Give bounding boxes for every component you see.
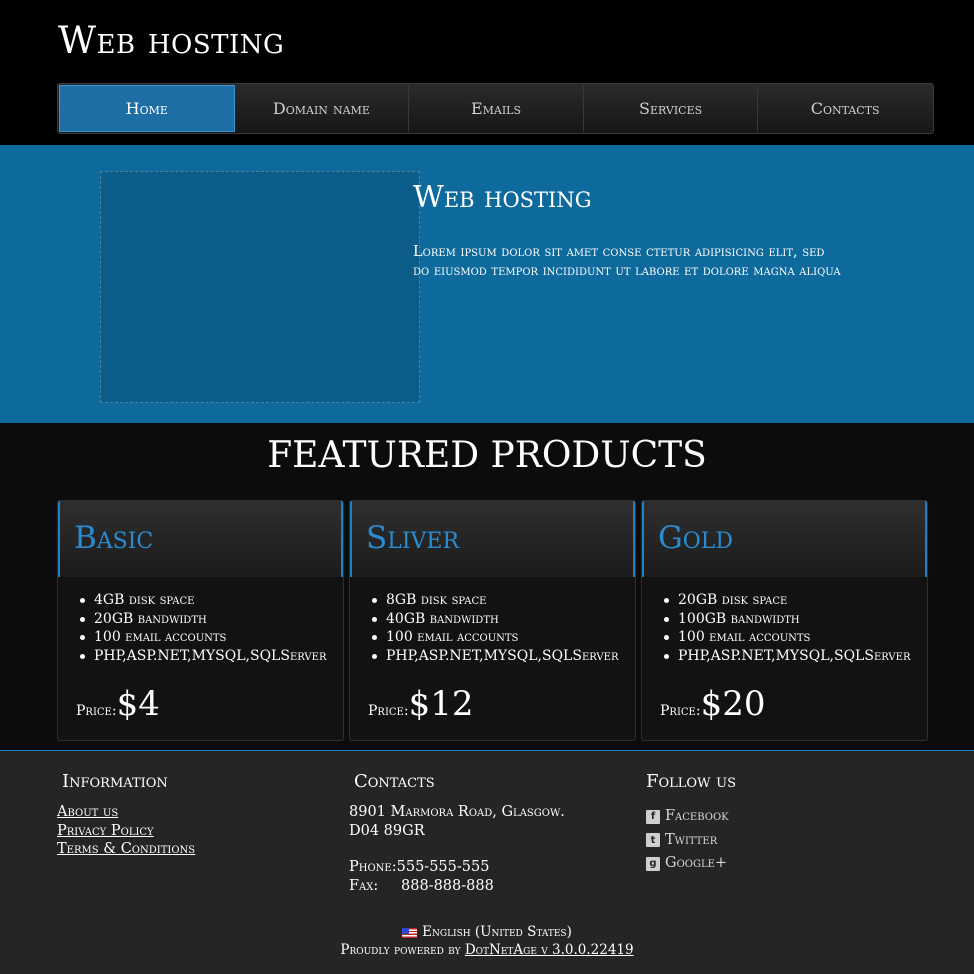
- google-plus-icon: g: [646, 856, 660, 871]
- twitter-link[interactable]: t Twitter: [646, 829, 729, 853]
- us-flag-icon: [402, 927, 418, 938]
- facebook-label: Facebook: [665, 808, 729, 824]
- featured-title: FEATURED PRODUCTS: [267, 435, 707, 476]
- contact-phone: Phone:555-555-555 Fax: 888-888-888: [349, 858, 494, 896]
- feature-item: PHP,ASP.NET,MYSQL,SQLServer: [80, 647, 326, 666]
- google-plus-label: Google+: [665, 855, 728, 871]
- privacy-policy-link[interactable]: Privacy Policy: [57, 823, 154, 839]
- language-label: English (United States): [422, 924, 572, 940]
- powered-prefix: Proudly powered by: [340, 942, 461, 958]
- twitter-icon: t: [646, 833, 660, 848]
- nav-item-contacts[interactable]: Contacts: [758, 85, 932, 132]
- twitter-label: Twitter: [665, 831, 718, 848]
- phone-label: Phone:: [349, 859, 397, 875]
- information-links: About us Privacy Policy Terms & Conditio…: [57, 803, 195, 859]
- feature-item: 100GB bandwidth: [664, 610, 910, 629]
- feature-item: 8GB disk space: [372, 591, 618, 610]
- phone-value: 555-555-555: [396, 859, 490, 875]
- google-plus-link[interactable]: g Google+: [646, 852, 729, 876]
- nav-item-services[interactable]: Services: [584, 85, 759, 132]
- feature-item: PHP,ASP.NET,MYSQL,SQLServer: [664, 647, 910, 666]
- product-card-header: Basic: [58, 501, 343, 577]
- price-row: Price: $20: [660, 684, 765, 724]
- main-nav: Home Domain name Emails Services Contact…: [57, 83, 934, 134]
- address-line: D04 89GR: [349, 822, 425, 839]
- fax-label: Fax:: [349, 878, 379, 894]
- site-header: Web hosting Home Domain name Emails Serv…: [0, 0, 974, 145]
- product-card-basic: Basic 4GB disk space 20GB bandwidth 100 …: [57, 500, 344, 741]
- nav-item-emails[interactable]: Emails: [409, 85, 584, 132]
- powered-by: Proudly powered by DotNetAge v 3.0.0.224…: [0, 941, 974, 959]
- price-value: $12: [408, 684, 474, 724]
- product-name: Gold: [658, 520, 734, 556]
- price-label: Price:: [660, 703, 701, 719]
- dotnetage-link[interactable]: DotNetAge v 3.0.0.22419: [465, 942, 634, 958]
- site-footer: Information About us Privacy Policy Term…: [0, 750, 974, 974]
- feature-list: 4GB disk space 20GB bandwidth 100 email …: [80, 591, 326, 665]
- hero-banner: Web hosting Lorem ipsum dolor sit amet c…: [0, 145, 974, 423]
- fax-value: 888-888-888: [401, 878, 494, 894]
- price-label: Price:: [368, 703, 409, 719]
- product-card-sliver: Sliver 8GB disk space 40GB bandwidth 100…: [349, 500, 636, 741]
- hero-image-placeholder: [100, 171, 420, 403]
- feature-list: 20GB disk space 100GB bandwidth 100 emai…: [664, 591, 910, 665]
- nav-item-home[interactable]: Home: [59, 85, 235, 132]
- product-name: Sliver: [366, 520, 460, 556]
- feature-item: PHP,ASP.NET,MYSQL,SQLServer: [372, 647, 618, 666]
- price-label: Price:: [76, 703, 117, 719]
- site-title: Web hosting: [58, 19, 285, 62]
- feature-item: 40GB bandwidth: [372, 610, 618, 629]
- featured-section: FEATURED PRODUCTS Basic 4GB disk space 2…: [0, 423, 974, 750]
- follow-us-heading: Follow us: [646, 771, 737, 792]
- terms-conditions-link[interactable]: Terms & Conditions: [57, 841, 195, 857]
- product-card-header: Sliver: [350, 501, 635, 577]
- nav-item-domain-name[interactable]: Domain name: [235, 85, 410, 132]
- hero-text: Lorem ipsum dolor sit amet conse ctetur …: [413, 244, 841, 279]
- feature-item: 20GB disk space: [664, 591, 910, 610]
- price-value: $4: [116, 684, 160, 724]
- about-us-link[interactable]: About us: [57, 804, 118, 820]
- feature-item: 20GB bandwidth: [80, 610, 326, 629]
- feature-item: 100 email accounts: [80, 628, 326, 647]
- feature-item: 100 email accounts: [372, 628, 618, 647]
- feature-item: 4GB disk space: [80, 591, 326, 610]
- product-card-header: Gold: [642, 501, 927, 577]
- social-links: f Facebook t Twitter g Google+: [646, 805, 729, 876]
- price-value: $20: [700, 684, 766, 724]
- facebook-link[interactable]: f Facebook: [646, 805, 729, 829]
- address-line: 8901 Marmora Road, Glasgow.: [349, 804, 565, 820]
- product-card-gold: Gold 20GB disk space 100GB bandwidth 100…: [641, 500, 928, 741]
- language-selector[interactable]: English (United States): [0, 923, 974, 941]
- feature-item: 100 email accounts: [664, 628, 910, 647]
- price-row: Price: $12: [368, 684, 473, 724]
- price-row: Price: $4: [76, 684, 160, 724]
- facebook-icon: f: [646, 809, 660, 824]
- information-heading: Information: [62, 771, 168, 792]
- contact-address: 8901 Marmora Road, Glasgow. D04 89GR: [349, 803, 565, 840]
- contacts-heading: Contacts: [354, 771, 435, 792]
- hero-title: Web hosting: [413, 180, 592, 215]
- product-name: Basic: [74, 520, 154, 556]
- feature-list: 8GB disk space 40GB bandwidth 100 email …: [372, 591, 618, 665]
